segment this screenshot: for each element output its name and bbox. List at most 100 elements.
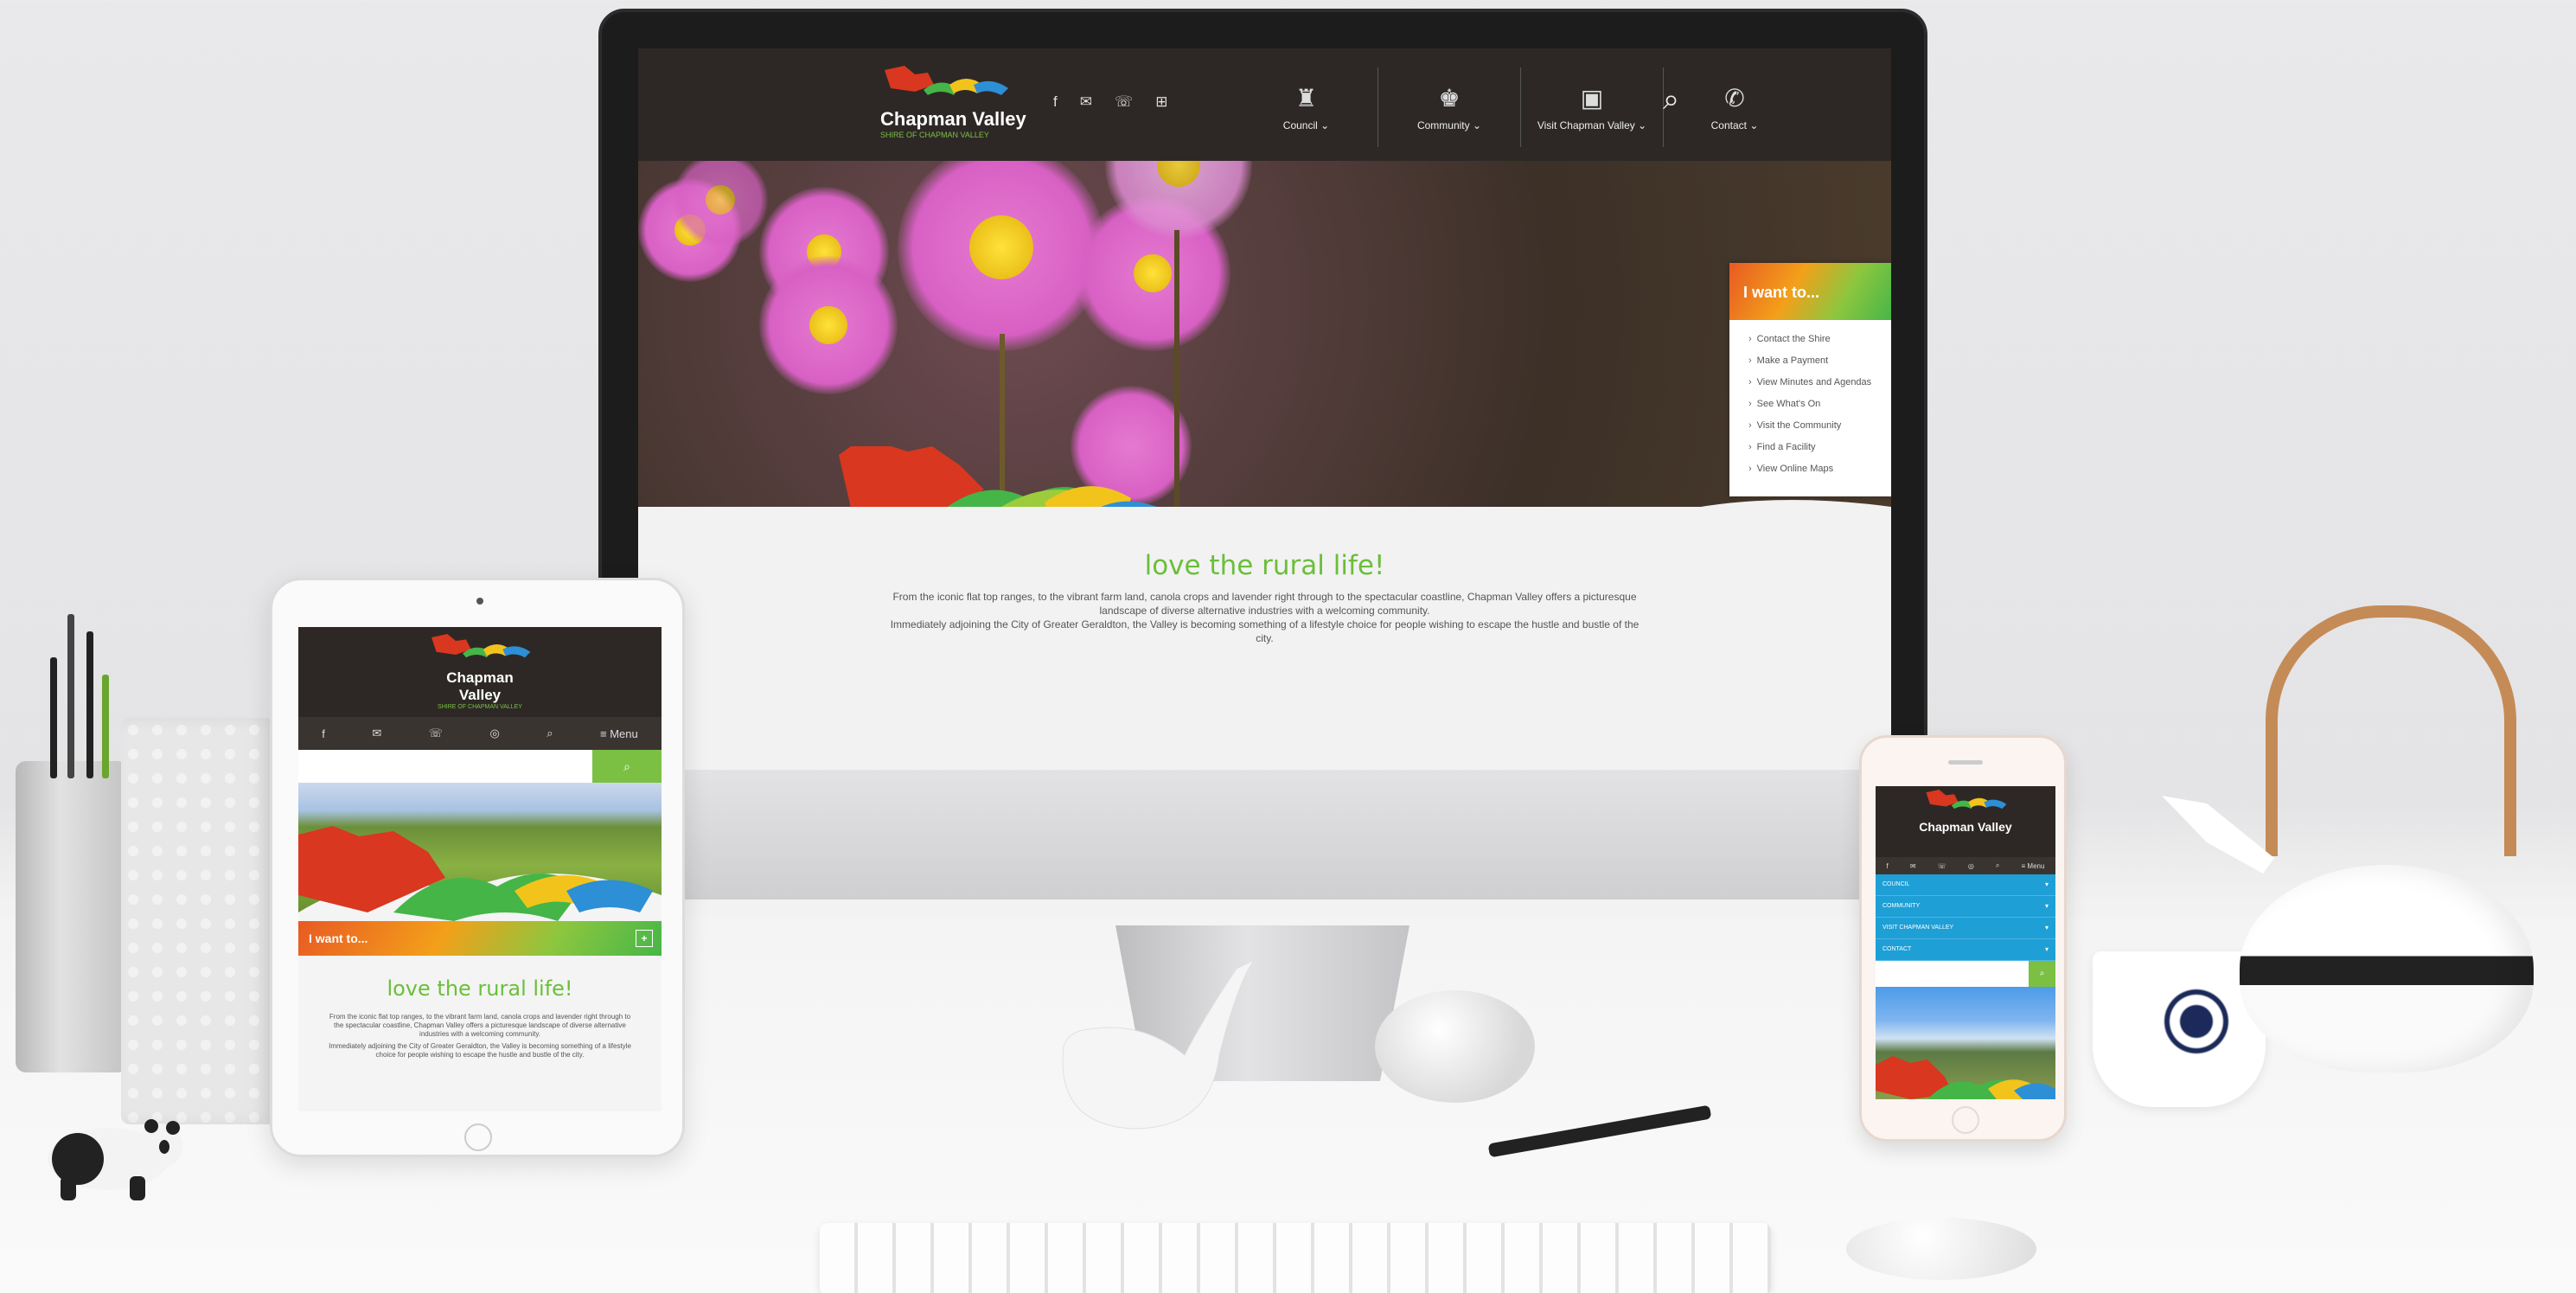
home-button xyxy=(1952,1106,1979,1134)
intro-paragraph: Immediately adjoining the City of Greate… xyxy=(329,1042,631,1059)
tablet-hero-banner xyxy=(298,783,662,921)
panda-figurine xyxy=(48,1119,182,1200)
i-want-to-title: I want to... xyxy=(1729,263,1891,320)
search-input[interactable] xyxy=(1876,961,2029,987)
search-icon[interactable]: ⌕ xyxy=(1996,861,1999,870)
pencil-cup xyxy=(16,614,128,1072)
mail-icon[interactable]: ✉ xyxy=(372,727,381,740)
ceramic-bird xyxy=(1062,958,1256,1130)
menu-button[interactable]: ≡ Menu xyxy=(2022,862,2045,870)
site-header: Chapman Valley SHIRE OF CHAPMAN VALLEY f… xyxy=(638,48,1891,161)
teapot xyxy=(2162,605,2576,1072)
logo-text: Chapman Valley xyxy=(1919,820,2012,834)
imac-bezel: Chapman Valley SHIRE OF CHAPMAN VALLEY f… xyxy=(598,9,1927,771)
main-menu: ♜ Council ⌄ ♚ Community ⌄ ▣ Visit Chapma… xyxy=(1235,67,1806,147)
i-want-to-item[interactable]: See What's On xyxy=(1748,394,1891,415)
search-input[interactable] xyxy=(298,750,592,783)
intro-paragraph: Immediately adjoining the City of Greate… xyxy=(890,618,1640,644)
menu-label: Contact ⌄ xyxy=(1710,118,1759,131)
i-want-to-item[interactable]: Contact the Shire xyxy=(1748,329,1891,350)
social-links: f ✉ ☏ ⊞ xyxy=(1053,93,1168,111)
phone-website: Chapman Valley f ✉ ☏ ◎ ⌕ ≡ Menu COUNCIL … xyxy=(1876,786,2055,1099)
apple-logo-icon xyxy=(1237,826,1288,887)
contact-icon: ✆ xyxy=(1724,84,1745,112)
desktop-website: Chapman Valley SHIRE OF CHAPMAN VALLEY f… xyxy=(638,48,1891,771)
hero-wave-graphic xyxy=(1876,1056,2055,1099)
visit-icon: ▣ xyxy=(1580,84,1604,112)
menu-community[interactable]: ♚ Community ⌄ xyxy=(1377,67,1520,147)
i-want-to-item[interactable]: Visit the Community xyxy=(1748,415,1891,437)
keyboard xyxy=(820,1223,1771,1293)
site-logo[interactable]: Chapman Valley SHIRE OF CHAPMAN VALLEY xyxy=(424,634,536,710)
phone-menu: COUNCIL COMMUNITY VISIT CHAPMAN VALLEY C… xyxy=(1876,874,2055,961)
council-icon: ♜ xyxy=(1294,84,1318,112)
facebook-icon[interactable]: f xyxy=(1887,862,1889,870)
i-want-to-item[interactable]: Make a Payment xyxy=(1748,350,1891,372)
i-want-to-item[interactable]: View Online Maps xyxy=(1748,458,1891,480)
logo-text: Chapman Valley xyxy=(880,108,1026,130)
menu-label: Community ⌄ xyxy=(1416,118,1482,131)
search-button[interactable]: ⌕ xyxy=(592,750,662,783)
phone-search-bar: ⌕ xyxy=(1876,961,2055,987)
facebook-icon[interactable]: f xyxy=(322,727,325,740)
intro-section: love the rural life! From the iconic fla… xyxy=(298,976,662,1059)
phone-menu-item[interactable]: VISIT CHAPMAN VALLEY xyxy=(1876,918,2055,939)
phone-icon[interactable]: ☏ xyxy=(1938,862,1946,870)
mail-icon[interactable]: ✉ xyxy=(1080,93,1092,111)
location-icon[interactable]: ◎ xyxy=(489,727,499,740)
phone-menu-item[interactable]: COUNCIL xyxy=(1876,874,2055,896)
intro-heading: love the rural life! xyxy=(387,976,573,1001)
tablet-icon-bar: f ✉ ☏ ◎ ⌕ ≡ Menu xyxy=(298,717,662,750)
menu-button[interactable]: ≡ Menu xyxy=(600,727,638,740)
menu-contact[interactable]: ✆ Contact ⌄ xyxy=(1663,67,1806,147)
site-logo[interactable]: Chapman Valley xyxy=(1905,790,2026,834)
menu-label: Council ⌄ xyxy=(1282,118,1330,131)
intro-section: love the rural life! From the iconic fla… xyxy=(638,507,1891,771)
map-icon[interactable]: ⊞ xyxy=(1155,93,1167,111)
i-want-to-title: I want to... xyxy=(309,931,368,945)
menu-visit[interactable]: ▣ Visit Chapman Valley ⌄ xyxy=(1520,67,1663,147)
crumpled-paper xyxy=(1375,990,1535,1103)
location-icon[interactable]: ◎ xyxy=(1968,862,1974,870)
logo-text: Chapman Valley xyxy=(446,669,514,703)
phone-header: Chapman Valley xyxy=(1876,786,2055,857)
phone-menu-item[interactable]: COMMUNITY xyxy=(1876,896,2055,918)
expand-icon[interactable]: + xyxy=(636,930,653,947)
home-button xyxy=(464,1123,492,1151)
intro-paragraph: From the iconic flat top ranges, to the … xyxy=(892,591,1637,617)
flower-image xyxy=(898,161,1105,351)
mail-icon[interactable]: ✉ xyxy=(1910,862,1916,870)
i-want-to-item[interactable]: View Minutes and Agendas xyxy=(1748,372,1891,394)
phone-hero-banner xyxy=(1876,987,2055,1099)
intro-paragraph: From the iconic flat top ranges, to the … xyxy=(329,1013,631,1038)
i-want-to-bar[interactable]: I want to... + xyxy=(298,921,662,956)
iphone-device: Chapman Valley f ✉ ☏ ◎ ⌕ ≡ Menu COUNCIL … xyxy=(1859,735,2067,1142)
phone-icon[interactable]: ☏ xyxy=(429,727,443,740)
tablet-search-bar: ⌕ xyxy=(298,750,662,783)
teapot-handle xyxy=(2266,605,2516,856)
white-lamp xyxy=(121,718,277,1124)
i-want-to-item[interactable]: Find a Facility xyxy=(1748,437,1891,458)
phone-icon-bar: f ✉ ☏ ◎ ⌕ ≡ Menu xyxy=(1876,857,2055,874)
logo-tagline: SHIRE OF CHAPMAN VALLEY xyxy=(438,704,522,710)
logo-graphic xyxy=(1926,790,2007,810)
facebook-icon[interactable]: f xyxy=(1053,93,1058,111)
search-icon[interactable]: ⌕ xyxy=(1663,83,1679,117)
logo-graphic xyxy=(431,634,531,658)
logo-tagline: SHIRE OF CHAPMAN VALLEY xyxy=(880,131,989,139)
search-icon[interactable]: ⌕ xyxy=(547,727,553,740)
search-button[interactable]: ⌕ xyxy=(2029,961,2055,987)
community-icon: ♚ xyxy=(1438,84,1461,112)
menu-label: Visit Chapman Valley ⌄ xyxy=(1537,118,1647,131)
mouse xyxy=(1846,1218,2036,1280)
teapot-body xyxy=(2240,865,2534,1072)
ipad-device: Chapman Valley SHIRE OF CHAPMAN VALLEY f… xyxy=(270,578,685,1157)
teapot-spout xyxy=(2162,796,2274,874)
site-logo[interactable]: Chapman Valley SHIRE OF CHAPMAN VALLEY xyxy=(880,66,1036,152)
tablet-website: Chapman Valley SHIRE OF CHAPMAN VALLEY f… xyxy=(298,627,662,1111)
tablet-header: Chapman Valley SHIRE OF CHAPMAN VALLEY xyxy=(298,627,662,717)
phone-menu-item[interactable]: CONTACT xyxy=(1876,939,2055,961)
flower-image xyxy=(759,256,898,394)
phone-icon[interactable]: ☏ xyxy=(1115,93,1133,111)
menu-council[interactable]: ♜ Council ⌄ xyxy=(1235,67,1377,147)
